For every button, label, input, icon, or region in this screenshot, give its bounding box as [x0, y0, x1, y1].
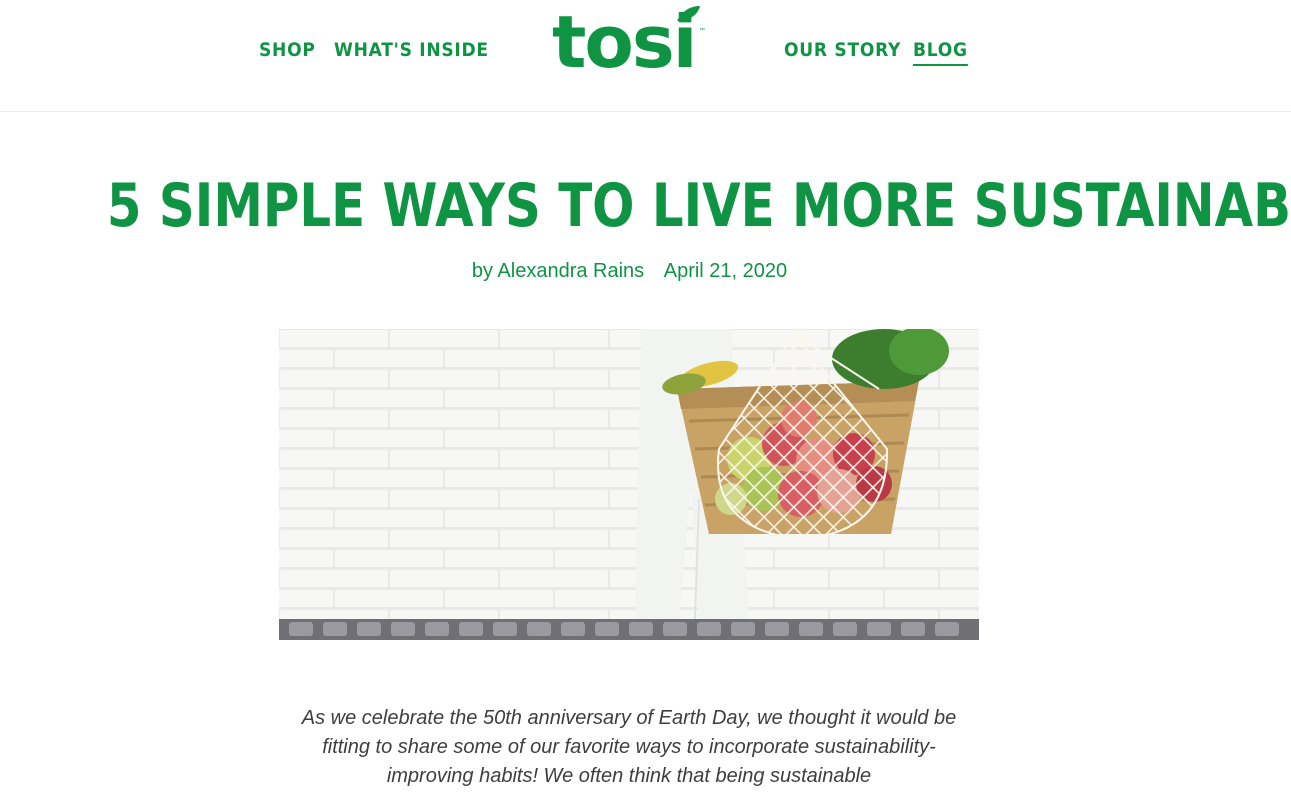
- nav-our-story[interactable]: OUR STORY: [784, 39, 901, 61]
- trademark-symbol: ™: [699, 28, 705, 34]
- article-intro: As we celebrate the 50th anniversary of …: [301, 707, 957, 787]
- article-author[interactable]: by Alexandra Rains: [472, 260, 644, 282]
- leaf-icon: [677, 6, 700, 21]
- nav-whats-inside[interactable]: WHAT'S INSIDE: [334, 39, 489, 61]
- logo-wordmark: tosi: [552, 0, 697, 84]
- nav-shop[interactable]: SHOP: [259, 39, 316, 61]
- article-date: April 21, 2020: [663, 260, 788, 282]
- hero-image: [279, 329, 979, 640]
- site-header: SHOP WHAT'S INSIDE tosi ™ OUR STORY BLOG: [0, 0, 1291, 112]
- article-byline: by Alexandra Rains April 21, 2020: [0, 260, 1275, 283]
- article-title: 5 SIMPLE WAYS TO LIVE MORE SUSTAINABLY: [106, 171, 1291, 241]
- nav-blog[interactable]: BLOG: [913, 39, 968, 66]
